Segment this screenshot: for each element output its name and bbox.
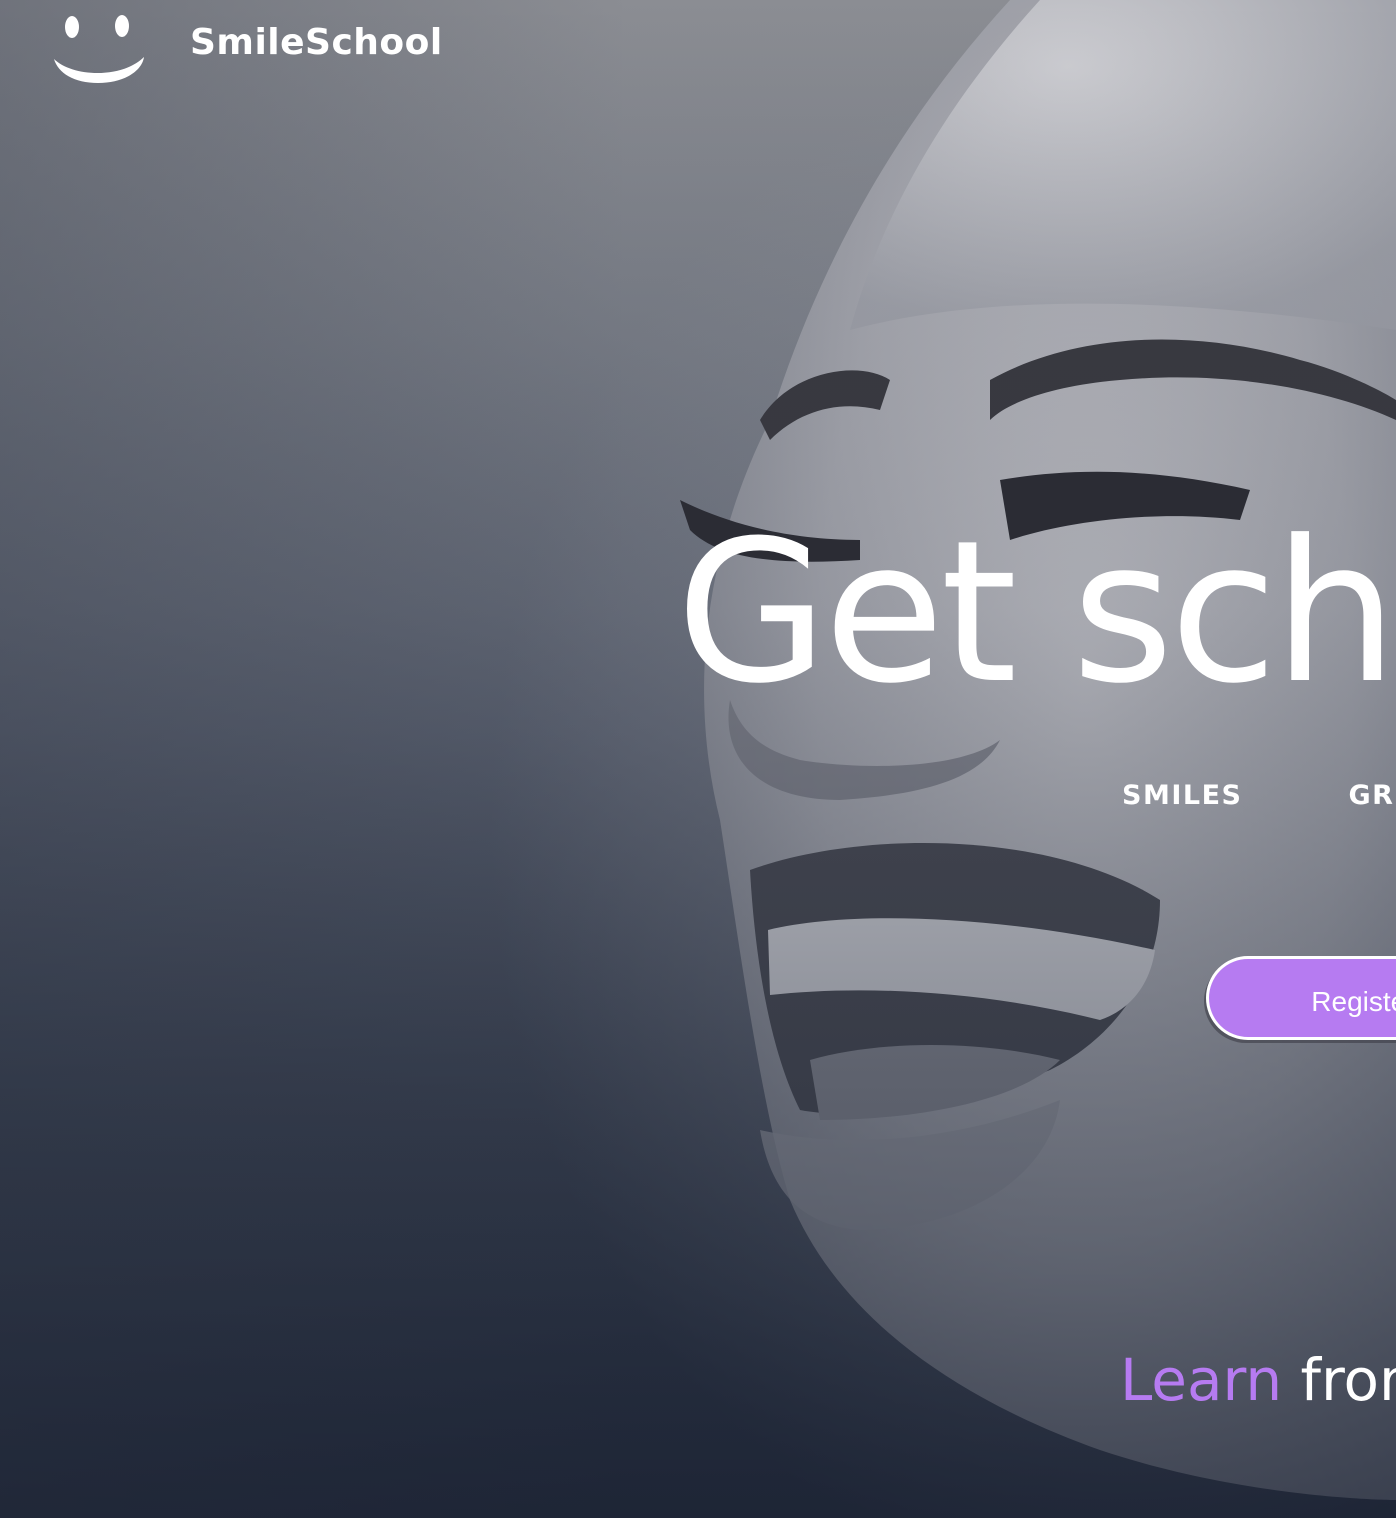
tagline-rest: from bbox=[1300, 1346, 1396, 1414]
hero-subnav: SMILES GRI bbox=[1122, 780, 1396, 811]
subnav-item-grins[interactable]: GRI bbox=[1348, 780, 1396, 811]
hero-section: SmileSchool Get sch SMILES GRI Register … bbox=[0, 0, 1396, 1518]
brand-logo-link[interactable]: SmileSchool bbox=[52, 8, 443, 88]
brand-name: SmileSchool bbox=[190, 21, 443, 63]
subnav-item-smiles[interactable]: SMILES bbox=[1122, 780, 1242, 811]
hero-tagline: Learn from bbox=[1120, 1346, 1396, 1414]
hero-photo bbox=[0, 0, 1396, 1518]
register-button[interactable]: Register fo bbox=[1206, 956, 1396, 1040]
hero-headline: Get sch bbox=[676, 499, 1396, 727]
tagline-accent: Learn bbox=[1120, 1346, 1283, 1414]
smiley-face-icon bbox=[52, 9, 146, 87]
